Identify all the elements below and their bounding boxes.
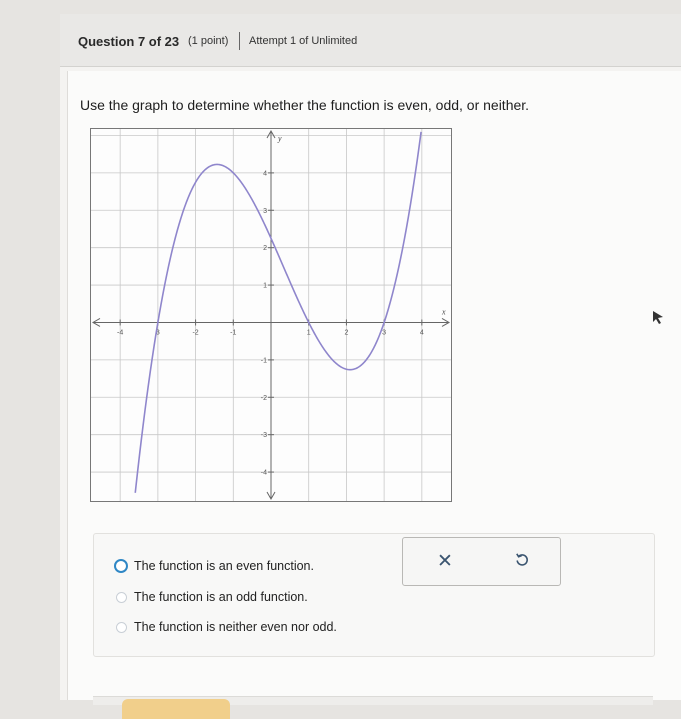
- radio-even[interactable]: [114, 559, 128, 573]
- screen: Question 7 of 23 (1 point) Attempt 1 of …: [60, 14, 681, 719]
- header-divider: [239, 32, 240, 50]
- y-tick-label: -1: [261, 357, 267, 364]
- answer-choices: The function is an even function. The fu…: [93, 533, 655, 657]
- x-icon[interactable]: ✕: [437, 550, 453, 573]
- question-prompt: Use the graph to determine whether the f…: [80, 97, 530, 113]
- y-axis-label: y: [277, 134, 282, 143]
- y-tick-label: 2: [263, 245, 267, 252]
- y-tick-label: -2: [261, 395, 267, 402]
- x-tick-label: -4: [117, 329, 123, 336]
- option-neither-label: The function is neither even nor odd.: [134, 620, 337, 634]
- y-tick-label: 1: [263, 283, 267, 290]
- y-tick-label: -3: [261, 432, 267, 439]
- question-header: Question 7 of 23 (1 point) Attempt 1 of …: [60, 14, 681, 67]
- x-axis-label: x: [441, 307, 446, 316]
- y-tick-label: 4: [263, 170, 267, 177]
- cursor-arrow-icon: [653, 311, 663, 324]
- radio-neither[interactable]: [116, 621, 127, 633]
- option-even[interactable]: The function is an even function.: [114, 559, 314, 573]
- function-graph: xy-4 3 -2 -1 1 2 3 44321-1-2-3-4: [90, 128, 452, 502]
- check-answer-button[interactable]: [122, 699, 230, 719]
- option-odd[interactable]: The function is an odd function.: [116, 590, 308, 604]
- option-neither[interactable]: The function is neither even nor odd.: [116, 620, 337, 634]
- undo-icon[interactable]: [514, 551, 530, 572]
- x-tick-label: 2: [344, 329, 348, 336]
- question-number: Question 7 of 23: [78, 34, 180, 49]
- y-tick-label: 3: [263, 208, 267, 215]
- radio-odd[interactable]: [116, 591, 127, 603]
- attempt-counter: Attempt 1 of Unlimited: [249, 35, 358, 47]
- answer-tools: ✕: [402, 537, 561, 586]
- option-odd-label: The function is an odd function.: [134, 590, 308, 604]
- question-content: Use the graph to determine whether the f…: [67, 71, 681, 719]
- x-tick-label: 1: [307, 329, 311, 336]
- question-points: (1 point): [188, 35, 229, 47]
- x-tick-label: -1: [230, 329, 236, 336]
- y-tick-label: -4: [261, 470, 267, 477]
- x-tick-label: -2: [192, 329, 198, 336]
- option-even-label: The function is an even function.: [134, 559, 314, 573]
- x-tick-label: 3: [382, 329, 386, 336]
- x-tick-label: 4: [420, 329, 424, 336]
